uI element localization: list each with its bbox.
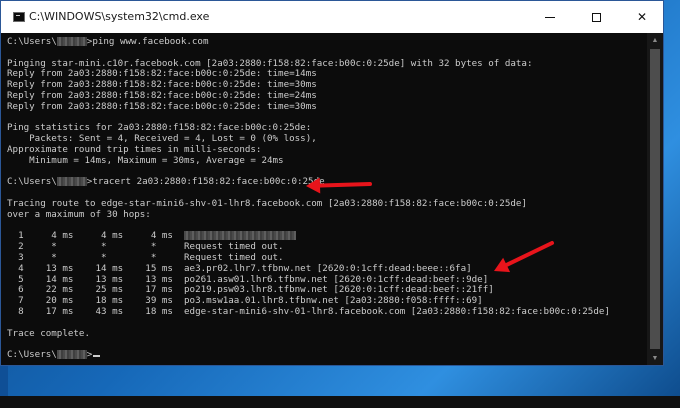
- hop-text: 1 4 ms 4 ms 4 ms: [7, 230, 185, 242]
- command-text: >ping www.facebook.com: [86, 37, 209, 47]
- cmd-window: C:\WINDOWS\system32\cmd.exe ✕ C:\Users\ >…: [0, 0, 664, 366]
- redacted-username: [56, 350, 87, 360]
- console-line: Reply from 2a03:2880:f158:82:face:b00c:0…: [7, 100, 317, 112]
- scroll-thumb[interactable]: [650, 49, 660, 349]
- console-line: Trace complete.: [7, 327, 90, 339]
- console-line: over a maximum of 30 hops:: [7, 208, 151, 220]
- title-bar[interactable]: C:\WINDOWS\system32\cmd.exe ✕: [1, 1, 663, 33]
- scroll-down-icon[interactable]: ▼: [647, 351, 663, 365]
- redacted-username: [56, 177, 87, 187]
- prompt-prefix: C:\Users\: [7, 349, 57, 361]
- close-button[interactable]: ✕: [619, 1, 665, 33]
- text-cursor: [93, 355, 101, 358]
- window-title: C:\WINDOWS\system32\cmd.exe: [29, 10, 210, 23]
- cmd-app-icon: [13, 12, 25, 22]
- vertical-scrollbar[interactable]: ▲ ▼: [647, 33, 663, 365]
- minimize-button[interactable]: [527, 1, 573, 33]
- console-line: 8 17 ms 43 ms 18 ms edge-star-mini6-shv-…: [7, 305, 610, 317]
- close-icon: ✕: [636, 10, 648, 24]
- command-text: >tracert 2a03:2880:f158:82:face:b00c:0:2…: [86, 176, 325, 188]
- taskbar: [0, 396, 680, 408]
- console-line: Minimum = 14ms, Maximum = 30ms, Average …: [7, 154, 284, 166]
- scroll-up-icon[interactable]: ▲: [647, 33, 663, 47]
- console-output[interactable]: C:\Users\ >ping www.facebook.com Pinging …: [7, 37, 647, 365]
- maximize-button[interactable]: [573, 1, 619, 33]
- command-text: >: [86, 349, 93, 361]
- console-line: 4 13 ms 14 ms 15 ms ae3.pr02.lhr7.tfbnw.…: [7, 262, 472, 274]
- prompt-prefix: C:\Users\: [7, 176, 57, 188]
- redacted-host: [184, 231, 297, 241]
- prompt-line: C:\Users\ >ping www.facebook.com: [7, 37, 647, 48]
- prompt-line: C:\Users\ >tracert 2a03:2880:f158:82:face…: [7, 176, 647, 188]
- maximize-icon: [591, 12, 601, 22]
- prompt-line: C:\Users\ >: [7, 349, 647, 361]
- redacted-username: [56, 37, 87, 46]
- prompt-prefix: C:\Users\: [7, 37, 57, 47]
- minimize-icon: [545, 16, 555, 18]
